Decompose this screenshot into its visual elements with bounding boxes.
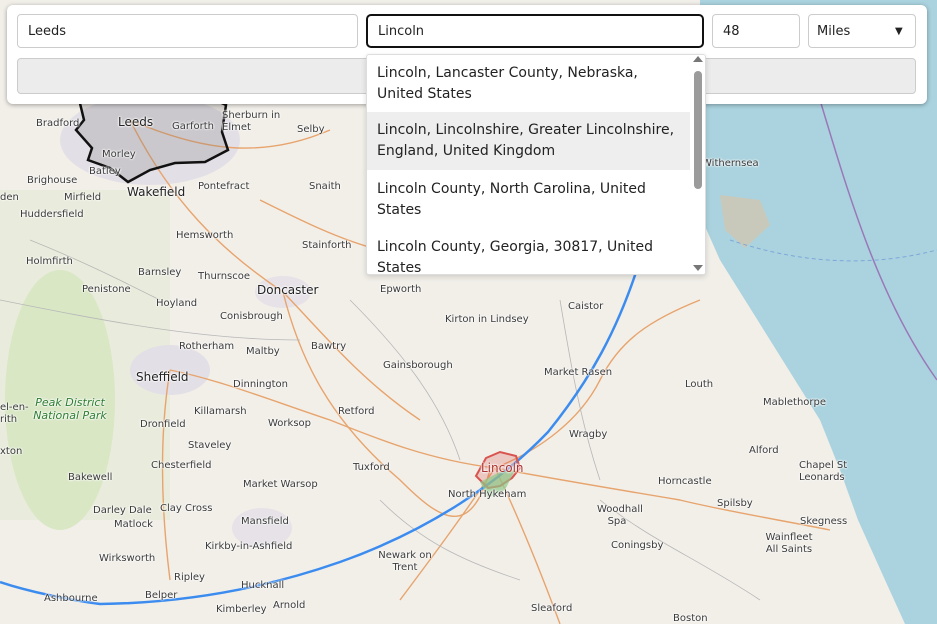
place-label: Killamarsh [194,406,247,417]
scrollbar-thumb[interactable] [694,71,702,189]
place-label: Leeds [118,115,154,129]
place-label: Selby [297,124,325,135]
place-label: Stainforth [302,240,352,251]
place-label: Kirton in Lindsey [445,314,529,325]
place-label: Bakewell [68,472,113,483]
place-label: Barnsley [138,267,182,278]
place-label: Retford [338,406,375,417]
suggestion-item[interactable]: Lincoln, Lancaster County, Nebraska, Uni… [367,63,690,105]
place-label: Batley [89,166,121,177]
place-label: Skegness [800,516,848,527]
place-label: Dinnington [233,379,288,390]
place-label: Ripley [174,572,205,583]
place-label: Doncaster [257,283,319,297]
suggestion-item[interactable]: Lincoln County, Georgia, 30817, United S… [367,237,690,275]
place-label: den [0,192,19,203]
place-label: Epworth [380,284,422,295]
place-label: Lincoln [481,461,524,475]
place-label: Chesterfield [151,460,212,471]
place-label: Coningsby [611,540,664,551]
place-label: Kirkby-in-Ashfield [205,541,293,552]
place-label: Maltby [246,346,280,357]
place-label: Gainsborough [383,360,453,371]
place-label: Snaith [309,181,341,192]
place-label: Newark on Trent [378,550,432,573]
place-label: Hoyland [156,298,198,309]
destination-input[interactable] [366,14,704,48]
scroll-down-arrow-icon[interactable] [693,265,703,271]
place-label: Wirksworth [99,553,156,564]
suggestion-label: Lincoln County, Georgia, 30817, United S… [377,239,654,275]
place-label: Worksop [268,418,311,429]
place-label: Chapel St Leonards [799,460,848,483]
place-label: Hucknall [241,580,285,591]
scroll-up-arrow-icon[interactable] [693,56,703,62]
suggestion-label: Lincoln County, North Carolina, United S… [377,181,646,218]
suggestion-label: Lincoln, Lancaster County, Nebraska, Uni… [377,65,638,102]
suggestion-item[interactable]: Lincoln County, North Carolina, United S… [367,179,690,221]
place-label: el-en-rith [0,402,29,425]
place-label: Spilsby [717,498,753,509]
place-label: Sheffield [136,370,189,384]
place-label: North Hykeham [448,489,527,500]
place-label: Morley [102,149,136,160]
place-label: Horncastle [658,476,712,487]
place-label: Arnold [273,600,306,611]
place-label: Bradford [36,118,80,129]
place-label: Holmfirth [26,256,73,267]
place-label: Sleaford [531,603,573,614]
place-label: Withernsea [702,158,759,169]
place-label: Mansfield [241,516,289,527]
place-label: Wragby [569,429,608,440]
place-label: Mirfield [64,192,102,203]
autocomplete-dropdown: Lincoln, Lancaster County, Nebraska, Uni… [366,54,706,275]
place-label: Belper [145,590,178,601]
place-label: Sherburn in Elmet [222,110,281,133]
suggestion-label: Lincoln, Lincolnshire, Greater Lincolnsh… [377,122,675,159]
distance-input[interactable] [712,14,800,48]
place-label: Bawtry [311,341,347,352]
place-label: Darley Dale [93,505,152,516]
origin-input[interactable] [17,14,358,48]
place-label: Pontefract [198,181,250,192]
place-label: Brighouse [27,175,78,186]
place-label: Huddersfield [20,209,84,220]
place-label: Tuxford [353,462,390,473]
place-label: Penistone [82,284,131,295]
place-label: Clay Cross [160,503,213,514]
place-label: Market Rasen [544,367,613,378]
place-label: Caistor [568,301,604,312]
place-label: Boston [673,613,708,624]
place-label: Ashbourne [44,593,98,604]
place-label: Thurnscoe [198,271,251,282]
place-label: Rotherham [179,341,235,352]
place-label: Woodhall Spa [597,504,643,527]
place-label: Kimberley [216,604,267,615]
place-label: Matlock [114,519,153,530]
place-label: Market Warsop [243,479,318,490]
suggestion-item[interactable]: Lincoln, Lincolnshire, Greater Lincolnsh… [367,112,690,170]
place-label: Alford [749,445,779,456]
place-label: Louth [685,379,714,390]
park-label: Peak District National Park [33,396,107,422]
place-label: Wainfleet All Saints [765,532,813,555]
place-label: Dronfield [140,419,186,430]
place-label: Conisbrough [220,311,283,322]
unit-select[interactable]: Miles [808,14,916,48]
place-label: xton [0,446,23,457]
place-label: Mablethorpe [763,397,827,408]
place-label: Garforth [172,121,214,132]
place-label: Hemsworth [176,230,234,241]
place-label: Staveley [188,440,232,451]
dropdown-scrollbar[interactable] [691,55,705,274]
place-label: Wakefield [127,185,186,199]
